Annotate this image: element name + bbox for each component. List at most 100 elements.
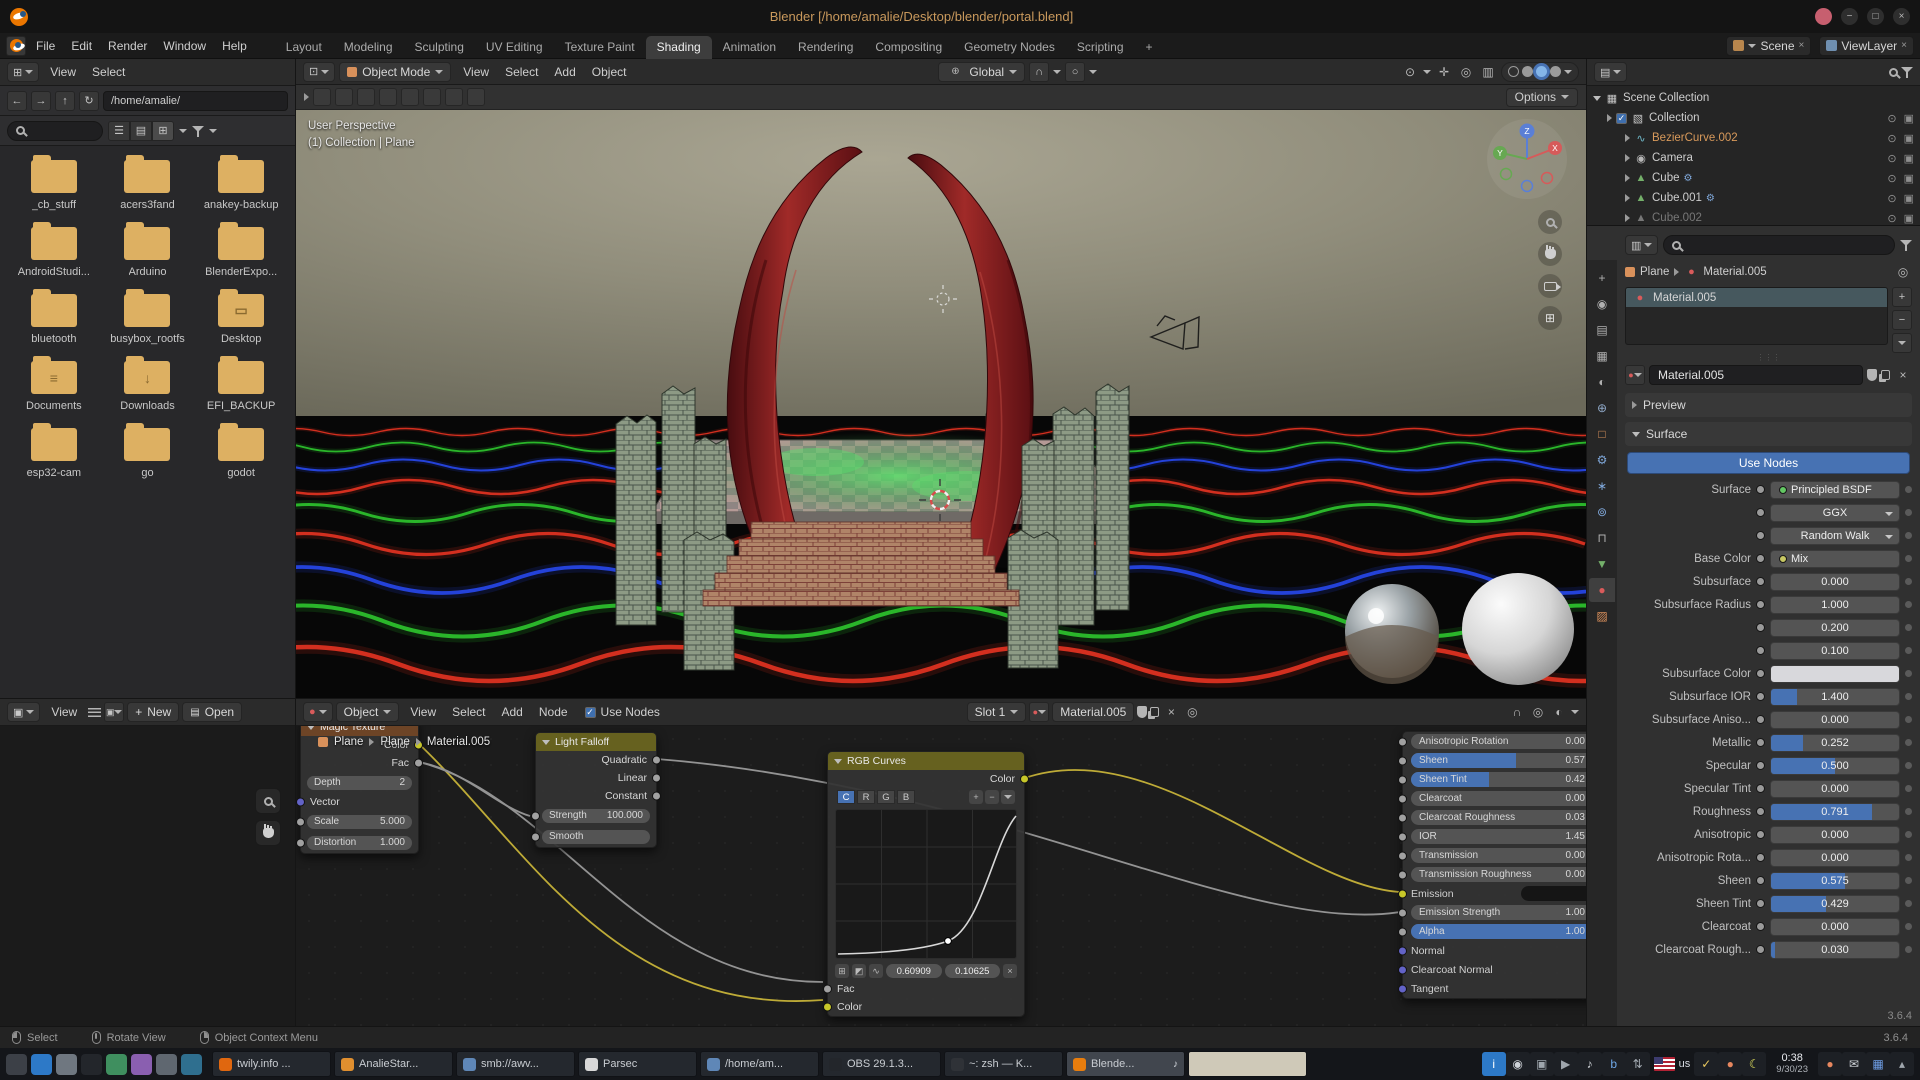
navigation-gizmo[interactable]: Z Y X	[1484, 116, 1570, 202]
shader-type-dropdown[interactable]: Object	[336, 702, 400, 722]
node-value-field[interactable]: Sheen Tint 0.42	[1411, 772, 1586, 787]
fake-user-shield-icon[interactable]	[1137, 706, 1147, 718]
properties-tab[interactable]: ▦	[1589, 344, 1615, 368]
snap-node-icon[interactable]: ∩	[1508, 703, 1526, 721]
shading-rendered-icon[interactable]	[1550, 66, 1561, 77]
menu-item[interactable]: View	[42, 63, 84, 81]
node-value-field[interactable]: Clearcoat 0.00	[1411, 791, 1586, 806]
image-canvas[interactable]	[0, 726, 295, 1026]
surface-section-header[interactable]: Surface	[1625, 422, 1912, 446]
material-slot[interactable]: ● Material.005	[1626, 288, 1887, 307]
input-socket[interactable]	[1398, 984, 1407, 993]
window-button[interactable]: OBS 29.1.3... ♪	[822, 1051, 941, 1077]
tool-option-icon[interactable]	[401, 88, 419, 106]
slot-dropdown[interactable]: Slot 1	[967, 702, 1027, 722]
menu-item[interactable]: Window	[155, 37, 214, 55]
scale-field[interactable]: Scale5.000	[307, 815, 412, 829]
hide-eye-icon[interactable]: ⊙	[1887, 152, 1896, 165]
outliner-row[interactable]: ✓ ∿ BezierCurve.002 ⚙ ⊙ ▣	[1587, 128, 1920, 148]
outliner-search-icon[interactable]	[1889, 68, 1898, 77]
window-button[interactable]: smb://awv... ♪	[456, 1051, 575, 1077]
launcher-icon[interactable]	[156, 1054, 177, 1075]
menu-item[interactable]: Select	[84, 63, 133, 81]
hide-eye-icon[interactable]: ⊙	[1887, 212, 1896, 225]
viewport-camera-view-icon[interactable]	[1538, 274, 1562, 298]
properties-search-input[interactable]	[1663, 235, 1895, 255]
launcher-icon[interactable]	[131, 1054, 152, 1075]
curve-y-field[interactable]: 0.10625	[945, 964, 1001, 978]
proportional-editing-icon[interactable]: ○	[1065, 62, 1085, 82]
curve-control-point[interactable]	[945, 938, 952, 945]
list-resize-grip[interactable]: ⋮⋮⋮	[1625, 353, 1912, 362]
launcher-icon[interactable]	[6, 1054, 27, 1075]
property-field[interactable]: 0.500	[1770, 757, 1900, 775]
xray-toggle-icon[interactable]: ▥	[1479, 63, 1497, 81]
window-button[interactable]: AnalieStar... ♪	[334, 1051, 453, 1077]
curve-x-field[interactable]: 0.60909	[886, 964, 942, 978]
keyframe-decorator-dot[interactable]	[1905, 762, 1912, 769]
menu-item[interactable]: View	[43, 703, 85, 721]
input-socket[interactable]	[1398, 946, 1407, 955]
shading-wireframe-icon[interactable]	[1508, 66, 1519, 77]
input-socket[interactable]	[1398, 737, 1407, 746]
viewlayer-selector[interactable]: ViewLayer ×	[1819, 36, 1914, 56]
display-list-vertical-icon[interactable]: ☰	[108, 121, 130, 141]
hide-eye-icon[interactable]: ⊙	[1887, 112, 1896, 125]
tool-option-icon[interactable]	[313, 88, 331, 106]
input-socket[interactable]	[1398, 756, 1407, 765]
keyframe-decorator-dot[interactable]	[1905, 877, 1912, 884]
tray-icon[interactable]: ✉	[1842, 1052, 1866, 1076]
pin-id-icon[interactable]: ◎	[1894, 263, 1912, 281]
workspace-tab[interactable]: UV Editing	[475, 36, 554, 59]
keyframe-decorator-dot[interactable]	[1905, 647, 1912, 654]
hide-eye-icon[interactable]: ⊙	[1887, 132, 1896, 145]
property-field[interactable]: 0.030	[1770, 941, 1900, 959]
image-pan-icon[interactable]	[255, 820, 281, 846]
depth-field[interactable]: Depth2	[307, 776, 412, 790]
material-selector[interactable]: Material.005	[1052, 702, 1134, 722]
folder-item[interactable]: godot	[197, 428, 285, 479]
remove-slot-button[interactable]: −	[1892, 310, 1912, 330]
blender-menu-button[interactable]	[6, 36, 26, 56]
node-input-row[interactable]: Emission Emission	[1403, 884, 1586, 903]
property-field[interactable]	[1770, 665, 1900, 683]
input-socket[interactable]	[1398, 908, 1407, 917]
property-field[interactable]: 0.200	[1770, 619, 1900, 637]
properties-tab[interactable]: ▨	[1589, 604, 1615, 628]
workspace-tab[interactable]: Geometry Nodes	[953, 36, 1066, 59]
input-socket-color[interactable]	[823, 1003, 832, 1012]
breadcrumb-material[interactable]: Material.005	[1703, 266, 1766, 278]
open-image-button[interactable]: ▤Open	[182, 702, 242, 722]
keyframe-decorator-dot[interactable]	[1905, 900, 1912, 907]
folder-item[interactable]: anakey-backup	[197, 160, 285, 211]
clock[interactable]: 0:38 9/30/23	[1776, 1052, 1808, 1076]
node-input-row[interactable]: Emission Strength Emission Strength 1.00	[1403, 903, 1586, 922]
transform-orientation-dropdown[interactable]: ⊕Global	[938, 62, 1025, 82]
display-thumbnails-icon[interactable]: ⊞	[152, 121, 174, 141]
properties-tab[interactable]: ⊕	[1589, 396, 1615, 420]
input-socket[interactable]	[1398, 927, 1407, 936]
menu-item[interactable]: Object	[584, 63, 635, 81]
output-socket-color[interactable]	[1020, 775, 1029, 784]
editor-type-button[interactable]: ▤	[1594, 62, 1627, 82]
disclosure-icon[interactable]	[1607, 114, 1612, 122]
property-field[interactable]: 0.252	[1770, 734, 1900, 752]
unlink-material-icon[interactable]: ×	[1162, 703, 1180, 721]
tray-icon[interactable]: ☾	[1742, 1052, 1766, 1076]
tray-icon[interactable]: ●	[1718, 1052, 1742, 1076]
node-light-falloff[interactable]: Light Falloff Quadratic Linear Constant …	[535, 732, 657, 848]
display-list-horizontal-icon[interactable]: ▤	[130, 121, 152, 141]
curve-zoom-out-icon[interactable]: −	[985, 790, 999, 804]
window-button[interactable]: Parsec ♪	[578, 1051, 697, 1077]
outliner-row[interactable]: ✓ ▲ Cube.002 ⚙ ⊙ ▣	[1587, 208, 1920, 228]
menu-item[interactable]: Help	[214, 37, 255, 55]
visibility-chevron-icon[interactable]	[1423, 70, 1431, 74]
input-socket-fac[interactable]	[823, 985, 832, 994]
close-button[interactable]: ×	[1893, 8, 1910, 25]
workspace-tab[interactable]: Sculpting	[404, 36, 475, 59]
browse-material-button[interactable]: ●	[1029, 702, 1049, 722]
folder-item[interactable]: busybox_rootfs	[104, 294, 192, 345]
keyframe-decorator-dot[interactable]	[1905, 532, 1912, 539]
input-socket[interactable]	[1398, 832, 1407, 841]
tray-icon[interactable]: b	[1602, 1052, 1626, 1076]
